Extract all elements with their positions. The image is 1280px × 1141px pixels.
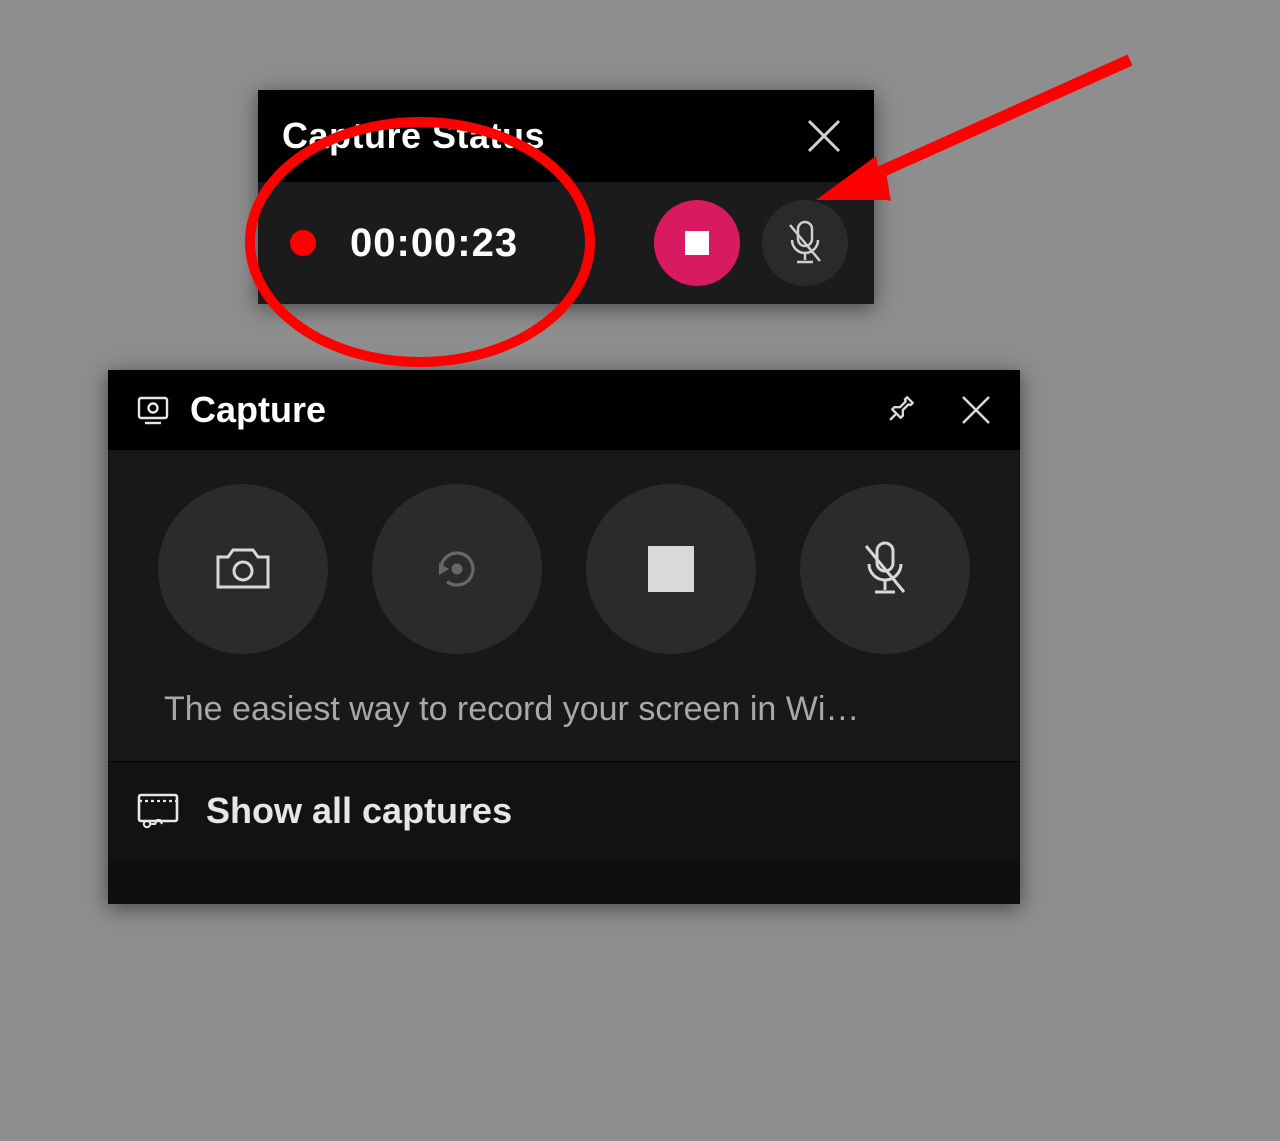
screenshot-button[interactable] bbox=[158, 484, 328, 654]
close-button[interactable] bbox=[794, 106, 854, 166]
camera-icon bbox=[214, 545, 272, 593]
stop-recording-button[interactable] bbox=[586, 484, 756, 654]
record-last-button[interactable] bbox=[372, 484, 542, 654]
recording-timer: 00:00:23 bbox=[350, 221, 518, 266]
microphone-toggle-button[interactable] bbox=[800, 484, 970, 654]
record-last-icon bbox=[429, 541, 485, 597]
stop-icon bbox=[648, 546, 694, 592]
pin-button[interactable] bbox=[872, 382, 928, 438]
capture-status-body: 00:00:23 bbox=[258, 182, 874, 304]
recording-indicator-icon bbox=[290, 230, 316, 256]
microphone-toggle-button[interactable] bbox=[762, 200, 848, 286]
show-all-captures-button[interactable]: Show all captures bbox=[108, 761, 1020, 859]
capture-header: Capture bbox=[108, 370, 1020, 450]
capture-panel: Capture bbox=[108, 370, 1020, 904]
capture-status-title: Capture Status bbox=[282, 115, 545, 157]
mic-muted-icon bbox=[860, 540, 910, 598]
capture-title: Capture bbox=[190, 389, 852, 431]
pin-icon bbox=[882, 392, 918, 428]
gallery-icon bbox=[136, 792, 180, 830]
capture-body: The easiest way to record your screen in… bbox=[108, 450, 1020, 761]
capture-monitor-icon bbox=[136, 393, 170, 427]
capture-status-header: Capture Status bbox=[258, 90, 874, 182]
show-all-captures-label: Show all captures bbox=[206, 790, 512, 832]
capture-status-panel: Capture Status 00:00:23 bbox=[258, 90, 874, 304]
close-icon bbox=[805, 117, 843, 155]
mic-muted-icon bbox=[785, 220, 825, 266]
capture-hint-text: The easiest way to record your screen in… bbox=[154, 684, 974, 753]
close-icon bbox=[959, 393, 993, 427]
close-button[interactable] bbox=[948, 382, 1004, 438]
stop-icon bbox=[685, 231, 709, 255]
capture-actions-row bbox=[154, 480, 974, 684]
stop-recording-button[interactable] bbox=[654, 200, 740, 286]
